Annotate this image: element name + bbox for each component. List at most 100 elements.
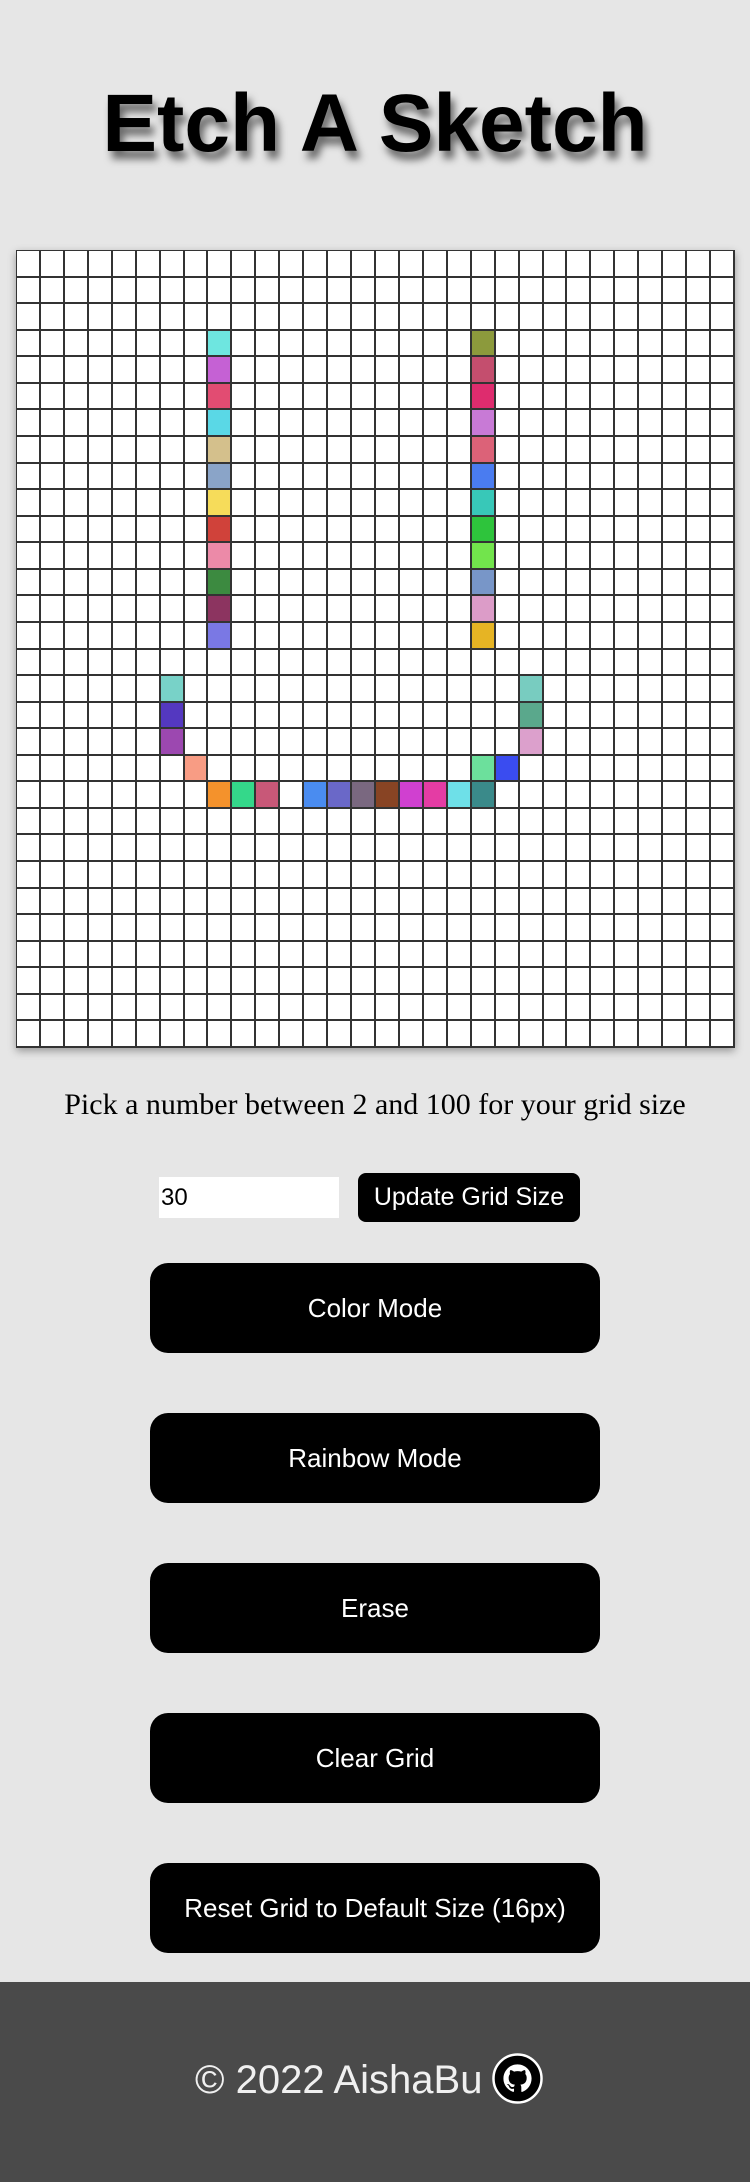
grid-cell[interactable] (591, 888, 616, 916)
grid-cell[interactable] (447, 968, 472, 995)
grid-cell[interactable] (64, 622, 89, 650)
grid-cell[interactable] (40, 968, 65, 995)
grid-cell[interactable] (687, 729, 712, 756)
grid-cell[interactable] (519, 755, 544, 783)
grid-cell[interactable] (256, 569, 281, 597)
grid-cell[interactable] (112, 941, 137, 969)
grid-cell[interactable] (399, 463, 424, 491)
grid-cell[interactable] (160, 490, 185, 517)
grid-cell[interactable] (112, 543, 137, 570)
grid-cell[interactable] (64, 915, 89, 942)
grid-cell[interactable] (232, 915, 257, 942)
grid-cell[interactable] (328, 994, 353, 1022)
grid-cell[interactable] (112, 622, 137, 650)
grid-cell[interactable] (687, 835, 712, 863)
grid-cell[interactable] (519, 888, 544, 916)
grid-cell[interactable] (160, 383, 185, 411)
grid-cell[interactable] (519, 862, 544, 889)
grid-cell[interactable] (687, 994, 712, 1022)
grid-cell[interactable] (112, 994, 137, 1022)
grid-cell[interactable] (88, 357, 113, 384)
grid-cell[interactable] (136, 835, 161, 863)
grid-cell[interactable] (519, 702, 544, 730)
grid-cell[interactable] (711, 330, 735, 358)
grid-cell[interactable] (232, 410, 257, 437)
grid-cell[interactable] (136, 941, 161, 969)
grid-cell[interactable] (328, 490, 353, 517)
grid-cell[interactable] (447, 357, 472, 384)
grid-cell[interactable] (112, 436, 137, 464)
grid-cell[interactable] (64, 676, 89, 703)
grid-cell[interactable] (232, 383, 257, 411)
grid-cell[interactable] (64, 410, 89, 437)
grid-cell[interactable] (17, 835, 41, 863)
grid-cell[interactable] (423, 808, 448, 836)
grid-cell[interactable] (304, 383, 329, 411)
grid-cell[interactable] (663, 808, 688, 836)
grid-cell[interactable] (495, 649, 520, 677)
grid-cell[interactable] (208, 649, 233, 677)
grid-cell[interactable] (423, 915, 448, 942)
grid-cell[interactable] (399, 782, 424, 809)
grid-cell[interactable] (352, 463, 376, 491)
grid-cell[interactable] (495, 1021, 520, 1048)
grid-cell[interactable] (136, 729, 161, 756)
grid-cell[interactable] (615, 915, 640, 942)
grid-cell[interactable] (543, 755, 568, 783)
grid-cell[interactable] (543, 622, 568, 650)
grid-cell[interactable] (208, 808, 233, 836)
grid-cell[interactable] (328, 622, 353, 650)
grid-cell[interactable] (232, 994, 257, 1022)
grid-cell[interactable] (567, 622, 592, 650)
grid-cell[interactable] (567, 277, 592, 305)
grid-cell[interactable] (304, 330, 329, 358)
grid-cell[interactable] (304, 888, 329, 916)
grid-cell[interactable] (399, 436, 424, 464)
grid-cell[interactable] (423, 383, 448, 411)
grid-cell[interactable] (160, 410, 185, 437)
grid-cell[interactable] (663, 941, 688, 969)
grid-cell[interactable] (423, 1021, 448, 1048)
grid-cell[interactable] (687, 304, 712, 331)
grid-cell[interactable] (375, 304, 400, 331)
grid-cell[interactable] (112, 383, 137, 411)
grid-cell[interactable] (232, 941, 257, 969)
grid-cell[interactable] (17, 676, 41, 703)
grid-cell[interactable] (471, 410, 496, 437)
grid-cell[interactable] (136, 622, 161, 650)
grid-cell[interactable] (471, 490, 496, 517)
grid-cell[interactable] (543, 888, 568, 916)
grid-cell[interactable] (639, 357, 664, 384)
grid-cell[interactable] (375, 569, 400, 597)
grid-cell[interactable] (423, 676, 448, 703)
grid-cell[interactable] (471, 808, 496, 836)
grid-cell[interactable] (136, 888, 161, 916)
grid-cell[interactable] (495, 569, 520, 597)
grid-cell[interactable] (687, 888, 712, 916)
grid-cell[interactable] (423, 569, 448, 597)
grid-cell[interactable] (304, 543, 329, 570)
grid-cell[interactable] (208, 1021, 233, 1048)
grid-cell[interactable] (447, 729, 472, 756)
grid-cell[interactable] (663, 782, 688, 809)
grid-cell[interactable] (711, 941, 735, 969)
grid-cell[interactable] (160, 304, 185, 331)
grid-cell[interactable] (112, 808, 137, 836)
grid-cell[interactable] (567, 888, 592, 916)
grid-cell[interactable] (447, 330, 472, 358)
grid-cell[interactable] (423, 304, 448, 331)
grid-cell[interactable] (543, 649, 568, 677)
grid-cell[interactable] (352, 808, 376, 836)
grid-cell[interactable] (304, 676, 329, 703)
grid-cell[interactable] (256, 755, 281, 783)
grid-cell[interactable] (88, 888, 113, 916)
grid-cell[interactable] (711, 729, 735, 756)
grid-cell[interactable] (615, 968, 640, 995)
grid-cell[interactable] (304, 968, 329, 995)
grid-cell[interactable] (639, 569, 664, 597)
grid-cell[interactable] (328, 463, 353, 491)
grid-cell[interactable] (40, 808, 65, 836)
grid-cell[interactable] (352, 410, 376, 437)
grid-cell[interactable] (567, 782, 592, 809)
grid-cell[interactable] (328, 596, 353, 623)
